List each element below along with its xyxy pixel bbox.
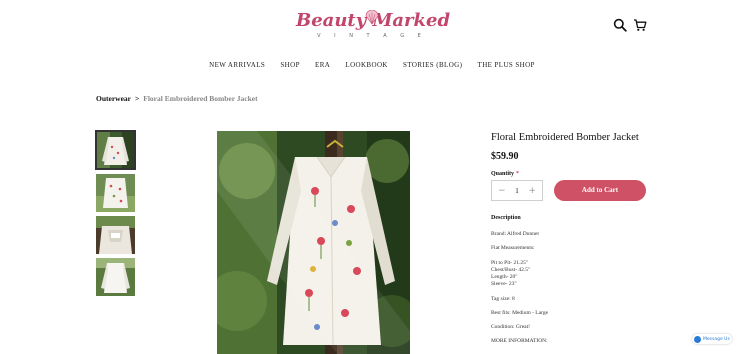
- breadcrumb-outerwear[interactable]: Outerwear: [96, 94, 131, 103]
- jacket-detail-thumbnail: [96, 174, 135, 212]
- breadcrumb-current: Floral Embroidered Bomber Jacket: [143, 94, 258, 103]
- nav-shop[interactable]: SHOP: [280, 61, 300, 69]
- product-price: $59.90: [491, 151, 519, 162]
- thumbnail-2[interactable]: [96, 174, 135, 212]
- shell-icon: [365, 10, 379, 25]
- messenger-icon: [694, 335, 701, 343]
- thumbnail-4[interactable]: [96, 258, 135, 296]
- quantity-stepper: − 1 +: [491, 180, 543, 201]
- nav-new-arrivals[interactable]: NEW ARRIVALS: [209, 61, 265, 69]
- required-mark: *: [516, 171, 520, 177]
- logo-tagline: V I N T A G E: [317, 33, 427, 39]
- breadcrumb: Outerwear > Floral Embroidered Bomber Jack…: [96, 94, 258, 103]
- message-us-button[interactable]: Message Us: [692, 334, 732, 344]
- description-best-fits: Best fits: Medium - Large: [491, 310, 549, 316]
- description-pit-to-pit: Pit to Pit- 21.25": [491, 260, 529, 266]
- description-heading: Description: [491, 215, 521, 221]
- description-more-information: MORE INFORMATION:: [491, 338, 548, 344]
- add-to-cart-button[interactable]: Add to Cart: [554, 180, 646, 201]
- product-title: Floral Embroidered Bomber Jacket: [491, 132, 639, 143]
- jacket-back-thumbnail: [96, 258, 135, 296]
- nav-era[interactable]: ERA: [315, 61, 330, 69]
- description-flat-measurements: Flat Measurements:: [491, 245, 535, 251]
- quantity-label: Quantity *: [491, 171, 519, 177]
- breadcrumb-separator: >: [134, 94, 140, 103]
- quantity-label-text: Quantity: [491, 171, 515, 177]
- description-chest-bust: Chest/Bust- 42.5": [491, 267, 531, 273]
- search-icon[interactable]: [613, 18, 627, 32]
- nav-plus-shop[interactable]: THE PLUS SHOP: [478, 61, 535, 69]
- nav-lookbook[interactable]: LOOKBOOK: [345, 61, 387, 69]
- quantity-increase-button[interactable]: +: [528, 186, 536, 196]
- description-length: Length- 20": [491, 274, 518, 280]
- jacket-photo: [217, 131, 410, 354]
- product-main-image[interactable]: [217, 131, 410, 354]
- nav-stories-blog[interactable]: STORIES (BLOG): [403, 61, 462, 69]
- quantity-decrease-button[interactable]: −: [498, 186, 506, 196]
- logo[interactable]: Beauty Marked V I N T A G E: [296, 10, 450, 42]
- description-tag-size: Tag size: 8: [491, 296, 515, 302]
- message-us-label: Message Us: [703, 336, 730, 342]
- main-nav: NEW ARRIVALS SHOP ERA LOOKBOOK STORIES (…: [0, 61, 744, 69]
- jacket-tag-thumbnail: [96, 216, 135, 254]
- description-brand: Brand: Alfred Dunner: [491, 231, 540, 237]
- description-condition: Condition: Great!: [491, 324, 530, 330]
- jacket-photo-thumbnail: [96, 131, 135, 169]
- thumbnail-3[interactable]: [96, 216, 135, 254]
- quantity-value[interactable]: 1: [515, 187, 519, 195]
- thumbnail-1[interactable]: [95, 130, 136, 170]
- description-sleeve: Sleeve- 23": [491, 281, 517, 287]
- cart-icon[interactable]: [633, 18, 647, 32]
